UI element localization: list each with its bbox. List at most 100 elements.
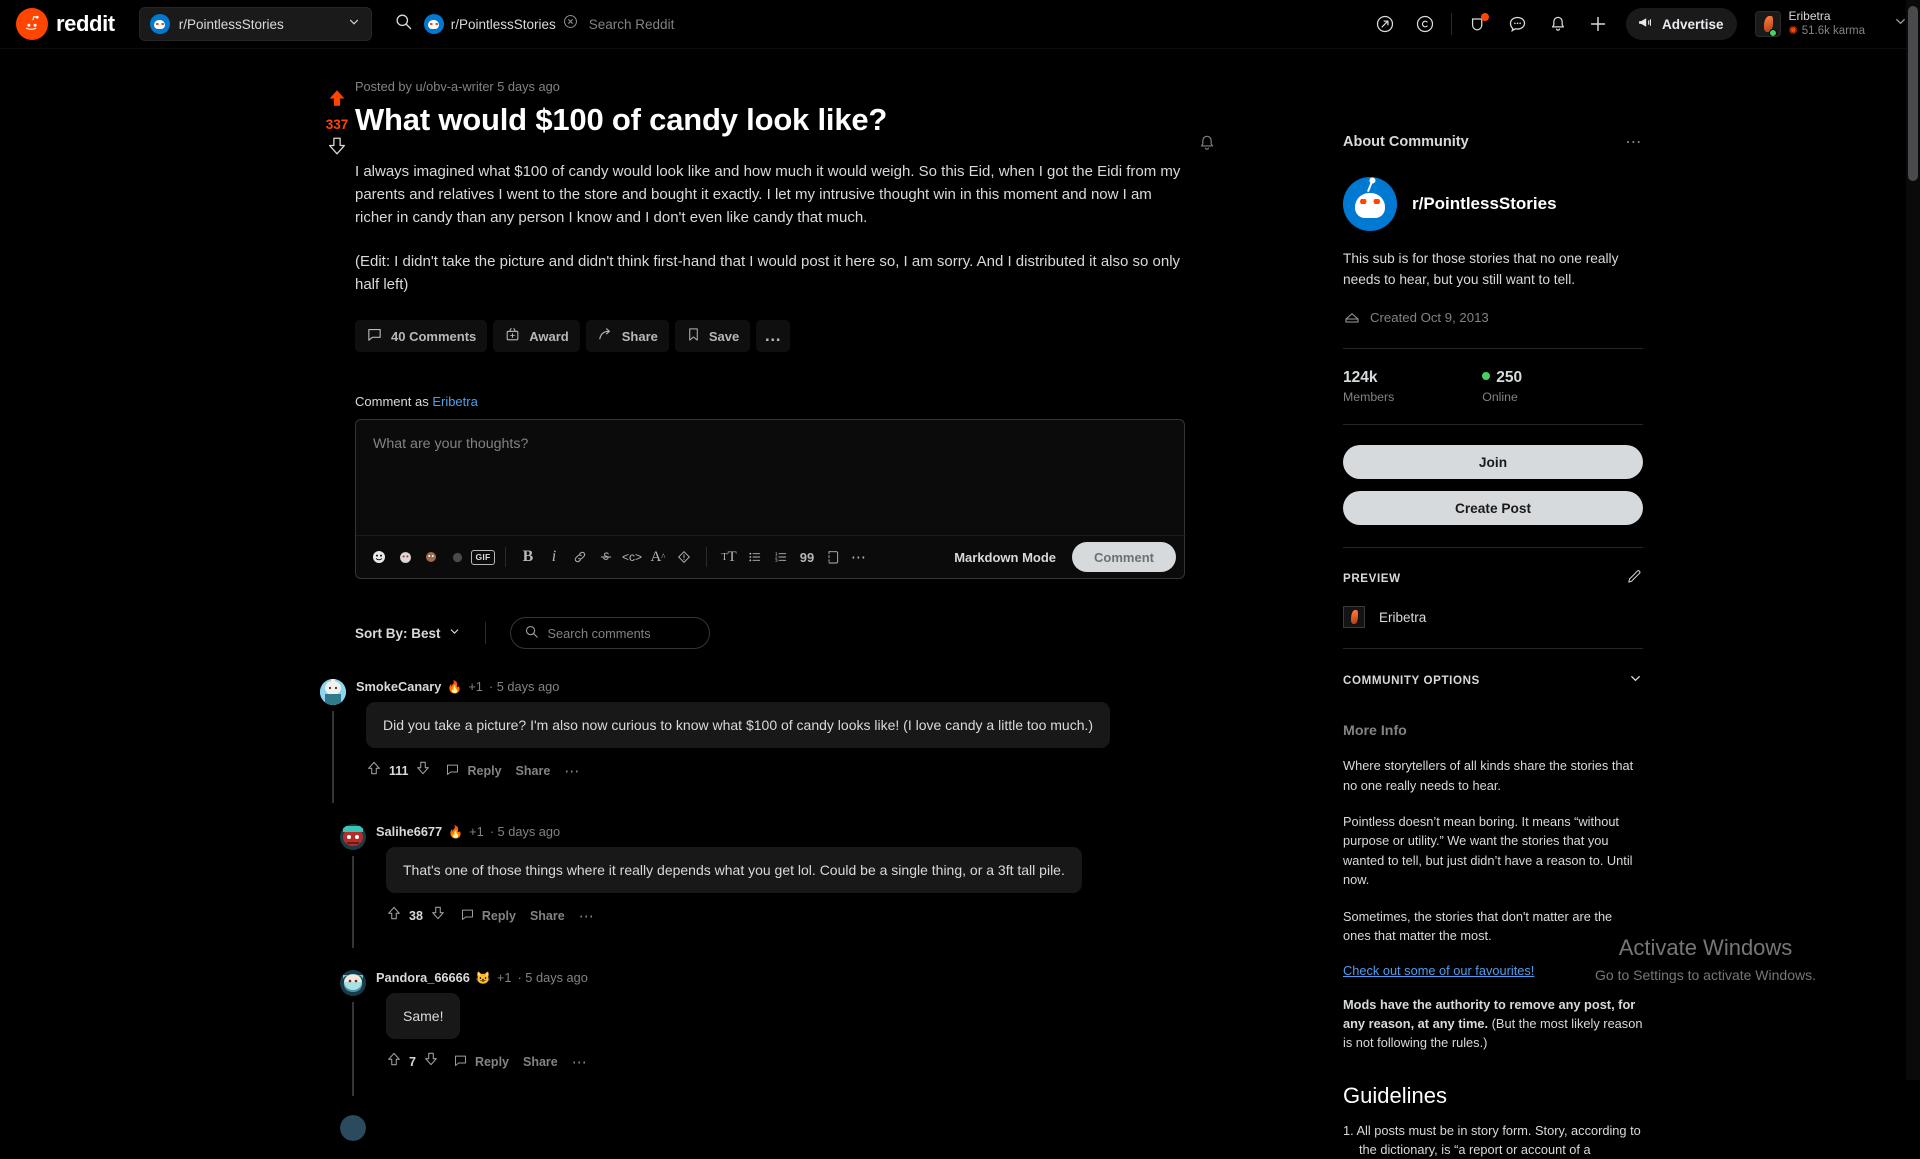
strikethrough-icon[interactable]: [593, 544, 619, 570]
search-scope-avatar-icon: [423, 14, 444, 34]
preview-avatar: [1343, 606, 1365, 629]
comment-editor[interactable]: What are your thoughts? GIF B i <c> A ^ …: [355, 419, 1186, 579]
brand-wordmark: reddit: [56, 11, 115, 36]
comments-sort-row: Sort By: Best Search comments: [355, 617, 710, 649]
comment-downvote-button[interactable]: [423, 1051, 439, 1072]
comments-button[interactable]: 40 Comments: [355, 320, 488, 353]
search-scope-chip[interactable]: r/PointlessStories: [423, 14, 578, 34]
image-upload-icon[interactable]: [820, 544, 846, 570]
post-container: Posted by u/obv-a-writer 5 days ago What…: [355, 79, 1185, 353]
comment-upvote-button[interactable]: [386, 1051, 402, 1072]
link-icon[interactable]: [567, 544, 593, 570]
avatar[interactable]: [340, 824, 366, 850]
about-more-button[interactable]: ⋯: [1625, 132, 1643, 152]
italic-icon[interactable]: i: [541, 544, 567, 570]
submit-comment-button[interactable]: Comment: [1072, 542, 1176, 572]
post-body: I always imagined what $100 of candy wou…: [355, 160, 1185, 296]
edit-pencil-icon[interactable]: [1626, 568, 1643, 588]
share-button[interactable]: Share: [585, 320, 669, 353]
search-area[interactable]: r/PointlessStories Search Reddit: [394, 7, 675, 41]
community-stats: 124k Members 250 Online: [1343, 369, 1643, 404]
save-button[interactable]: Save: [674, 320, 751, 353]
heading-icon[interactable]: TT: [716, 544, 742, 570]
comment-reply-button[interactable]: Reply: [445, 762, 502, 780]
bulleted-list-icon[interactable]: [742, 544, 768, 570]
search-input[interactable]: Search Reddit: [589, 17, 675, 32]
comment-author[interactable]: Salihe6677: [376, 824, 442, 839]
comment-share-button[interactable]: Share: [516, 764, 551, 778]
comment-more-button[interactable]: ⋯: [579, 907, 595, 925]
page-scrollbar[interactable]: [1906, 0, 1920, 1080]
comment-as-user-link[interactable]: Eribetra: [432, 394, 478, 409]
join-button[interactable]: Join: [1343, 445, 1643, 480]
search-icon[interactable]: [394, 12, 413, 36]
user-menu[interactable]: Eribetra ✺ 51.6k karma: [1754, 9, 1913, 38]
numbered-list-icon[interactable]: 123: [768, 544, 794, 570]
chat-icon[interactable]: [1498, 4, 1538, 44]
comment-more-button[interactable]: ⋯: [572, 1053, 588, 1071]
clear-scope-icon[interactable]: [563, 14, 578, 34]
list-item: Pandora_66666 😺 +1 · 5 days ago Same! 7: [340, 970, 1170, 1096]
inline-code-icon[interactable]: <c>: [619, 544, 645, 570]
emoji-recent-2-icon[interactable]: [418, 544, 444, 570]
comment-input-placeholder[interactable]: What are your thoughts?: [373, 436, 528, 452]
comment-reply-button[interactable]: Reply: [460, 907, 516, 925]
reddit-coins-icon[interactable]: [1405, 4, 1445, 44]
avatar[interactable]: [340, 1115, 366, 1141]
comment-search-input[interactable]: Search comments: [509, 617, 710, 649]
reddit-logo-icon: [16, 8, 48, 40]
comment-upvote-button[interactable]: [386, 905, 402, 926]
award-label: Award: [529, 328, 569, 344]
comment-share-button[interactable]: Share: [523, 1055, 558, 1069]
comment-more-button[interactable]: ⋯: [564, 762, 580, 780]
emoji-recent-3-icon[interactable]: [444, 544, 470, 570]
avatar[interactable]: [320, 679, 346, 705]
community-options-header[interactable]: COMMUNITY OPTIONS: [1343, 671, 1643, 689]
more-info-title: More Info: [1343, 723, 1407, 740]
upvote-button[interactable]: [326, 87, 348, 114]
comment-share-button[interactable]: Share: [530, 909, 565, 923]
comment-reply-button[interactable]: Reply: [453, 1053, 509, 1071]
list-item: SmokeCanary 🔥 +1 · 5 days ago Did you ta…: [320, 679, 1170, 803]
gif-button[interactable]: GIF: [470, 544, 496, 570]
bold-icon[interactable]: B: [515, 544, 541, 570]
svg-text:3: 3: [775, 558, 778, 563]
community-options-chevron-down-icon[interactable]: [1628, 671, 1643, 689]
create-post-button[interactable]: Create Post: [1343, 491, 1643, 526]
chat-shield-icon[interactable]: [1458, 4, 1498, 44]
comment-upvote-button[interactable]: [366, 760, 382, 781]
spoiler-icon[interactable]: [671, 544, 697, 570]
comment-author[interactable]: Pandora_66666: [376, 970, 470, 985]
community-identity[interactable]: r/PointlessStories: [1343, 177, 1643, 231]
post-more-button[interactable]: …: [756, 320, 791, 353]
avatar[interactable]: [340, 970, 366, 996]
top-navigation-bar: reddit r/PointlessStories r/PointlessSto…: [0, 0, 1920, 49]
preview-user-row[interactable]: Eribetra: [1343, 606, 1643, 629]
quote-icon[interactable]: 99: [794, 544, 820, 570]
popular-icon[interactable]: [1365, 4, 1405, 44]
cake-icon: [1343, 307, 1361, 328]
comment-action-bar: 7 Reply Share ⋯: [386, 1051, 1170, 1072]
mods-authority-note: Mods have the authority to remove any po…: [1343, 995, 1643, 1053]
editor-more-icon[interactable]: ⋯: [846, 544, 872, 570]
sort-divider: [484, 622, 486, 644]
online-dot-icon: [1482, 372, 1491, 381]
create-post-plus-icon[interactable]: [1578, 4, 1618, 44]
post-follow-bell-icon[interactable]: [1197, 133, 1217, 158]
downvote-button[interactable]: [326, 135, 348, 162]
award-button[interactable]: Award: [493, 320, 580, 353]
reddit-home-link[interactable]: reddit: [16, 8, 115, 40]
markdown-mode-toggle[interactable]: Markdown Mode: [954, 550, 1072, 565]
favourites-link[interactable]: Check out some of our favourites!: [1343, 963, 1643, 978]
emoji-recent-1-icon[interactable]: [392, 544, 418, 570]
scrollbar-thumb[interactable]: [1908, 6, 1918, 181]
comment-author[interactable]: SmokeCanary: [356, 679, 441, 694]
sort-by-dropdown[interactable]: Sort By: Best: [355, 625, 461, 641]
comment-downvote-button[interactable]: [415, 760, 431, 781]
subreddit-switcher[interactable]: r/PointlessStories: [138, 7, 372, 41]
notifications-bell-icon[interactable]: [1538, 4, 1578, 44]
comment-downvote-button[interactable]: [430, 905, 446, 926]
advertise-button[interactable]: Advertise: [1625, 8, 1737, 40]
emoji-icon[interactable]: [366, 544, 392, 570]
superscript-icon[interactable]: A ^: [645, 544, 671, 570]
